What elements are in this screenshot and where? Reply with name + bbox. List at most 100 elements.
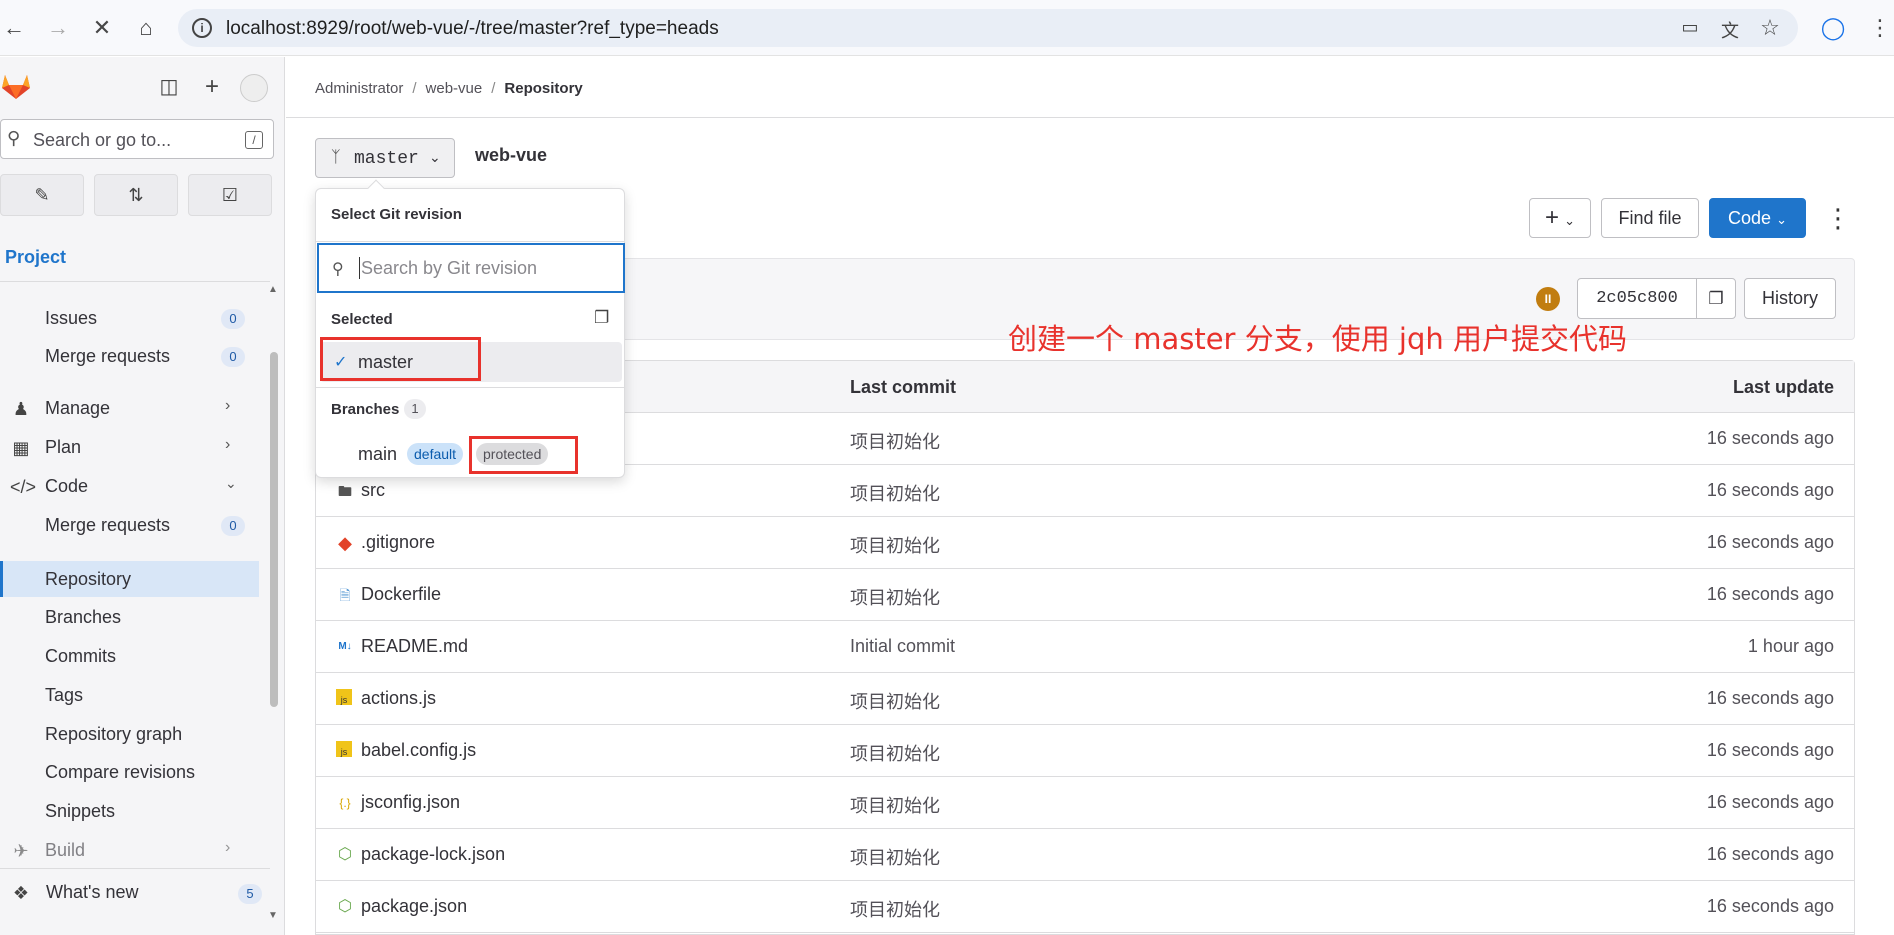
sidebar-item-merge-requests[interactable]: Merge requests 0 <box>0 338 256 374</box>
table-row[interactable]: 🗎 Dockerfile 项目初始化 16 seconds ago <box>316 569 1854 621</box>
stop-icon[interactable]: ✕ <box>88 14 116 42</box>
breadcrumb-current[interactable]: Repository <box>504 80 582 97</box>
browser-menu-icon[interactable]: ⋮ <box>1866 14 1894 42</box>
commit-message[interactable]: 项目初始化 <box>850 896 940 922</box>
sidebar-item-plan[interactable]: ▦ Plan › <box>0 429 256 465</box>
table-row[interactable]: ⬡ package-lock.json 项目初始化 16 seconds ago <box>316 829 1854 881</box>
home-icon[interactable]: ⌂ <box>132 14 160 42</box>
address-bar[interactable]: i localhost:8929/root/web-vue/-/tree/mas… <box>178 9 1798 47</box>
breadcrumb-item[interactable]: web-vue <box>426 80 483 97</box>
install-app-icon[interactable]: ▭ <box>1678 17 1702 39</box>
whats-new-button[interactable]: ❖ What's new 5 <box>0 868 270 918</box>
scroll-up-icon[interactable]: ▲ <box>268 284 278 295</box>
file-name[interactable]: actions.js <box>361 688 436 709</box>
git-revision-search-input[interactable]: ⚲ Search by Git revision <box>317 243 625 293</box>
sidebar-item-commits[interactable]: Commits <box>0 638 256 674</box>
file-name[interactable]: babel.config.js <box>361 740 476 761</box>
copy-sha-icon[interactable]: ❐ <box>1696 278 1736 319</box>
history-button[interactable]: History <box>1744 278 1836 319</box>
file-name[interactable]: package-lock.json <box>361 844 505 865</box>
table-row[interactable]: {.} jsconfig.json 项目初始化 16 seconds ago <box>316 777 1854 829</box>
search-placeholder: Search or go to... <box>33 130 172 150</box>
sidebar-item-tags[interactable]: Tags <box>0 677 256 713</box>
table-row[interactable]: ◆ .gitignore 项目初始化 16 seconds ago <box>316 517 1854 569</box>
repo-name[interactable]: web-vue <box>475 145 547 166</box>
commit-message[interactable]: 项目初始化 <box>850 688 940 714</box>
branch-selector-button[interactable]: ᛉ master ⌄ <box>315 138 455 178</box>
file-name[interactable]: README.md <box>361 636 468 657</box>
sidebar-item-issues[interactable]: Issues 0 <box>0 300 256 336</box>
code-button[interactable]: Code ⌄ <box>1709 198 1806 238</box>
chevron-down-icon: ⌄ <box>1564 213 1575 228</box>
sidebar-item-code-merge-requests[interactable]: Merge requests 0 <box>0 507 256 543</box>
breadcrumb-item[interactable]: Administrator <box>315 80 403 97</box>
sidebar-search[interactable]: ⚲ Search or go to... / <box>0 119 274 159</box>
copy-icon[interactable]: ❐ <box>594 308 609 328</box>
commit-sha[interactable]: 2c05c800 <box>1577 278 1697 319</box>
site-info-icon[interactable]: i <box>192 18 212 38</box>
scrollbar-thumb[interactable] <box>270 352 278 707</box>
back-icon[interactable]: ← <box>0 14 28 42</box>
sidebar-item-label: Repository graph <box>45 724 183 744</box>
sidebar-scrollbar[interactable]: ▲ ▼ <box>268 284 278 921</box>
table-row[interactable]: js babel.config.js 项目初始化 16 seconds ago <box>316 725 1854 777</box>
highlight-box-master <box>320 337 481 381</box>
sidebar-item-compare-revisions[interactable]: Compare revisions <box>0 754 256 790</box>
forward-icon[interactable]: → <box>44 14 72 42</box>
breadcrumb: Administrator / web-vue / Repository <box>315 80 583 97</box>
table-row[interactable]: ⬡ package.json 项目初始化 16 seconds ago <box>316 881 1854 933</box>
commit-message[interactable]: 项目初始化 <box>850 792 940 818</box>
commit-message[interactable]: Initial commit <box>850 636 955 657</box>
sidebar-item-branches[interactable]: Branches <box>0 599 256 635</box>
calendar-icon: ▦ <box>12 438 30 458</box>
commit-message[interactable]: 项目初始化 <box>850 844 940 870</box>
table-row[interactable]: js actions.js 项目初始化 16 seconds ago <box>316 673 1854 725</box>
commit-message[interactable]: 项目初始化 <box>850 428 940 454</box>
file-name[interactable]: src <box>361 480 385 501</box>
js-icon: js <box>336 689 352 705</box>
create-new-icon[interactable]: + <box>200 75 224 99</box>
commit-message[interactable]: 项目初始化 <box>850 584 940 610</box>
more-actions-icon[interactable]: ⋮ <box>1825 203 1851 233</box>
divider <box>316 241 624 242</box>
table-row[interactable]: M↓ README.md Initial commit 1 hour ago <box>316 621 1854 673</box>
search-icon: ⚲ <box>332 261 344 278</box>
avatar[interactable] <box>240 74 268 102</box>
dropdown-item-main[interactable]: main <box>358 444 397 465</box>
find-file-button[interactable]: Find file <box>1601 198 1699 238</box>
commit-message[interactable]: 项目初始化 <box>850 740 940 766</box>
sidebar-item-manage[interactable]: ♟ Manage › <box>0 390 256 426</box>
url-text[interactable]: localhost:8929/root/web-vue/-/tree/maste… <box>226 18 719 40</box>
add-button[interactable]: + ⌄ <box>1529 198 1591 238</box>
search-shortcut-hint: / <box>245 131 263 149</box>
sidebar-item-label: Merge requests <box>45 346 171 366</box>
file-name[interactable]: jsconfig.json <box>361 792 460 813</box>
issues-tab-icon[interactable]: ✎ <box>0 174 84 216</box>
translate-icon[interactable]: 文 <box>1718 17 1742 41</box>
file-name[interactable]: Dockerfile <box>361 584 441 605</box>
sidebar-item-snippets[interactable]: Snippets <box>0 793 256 829</box>
section-header: Selected <box>331 311 393 328</box>
count-badge: 1 <box>404 399 426 419</box>
code-icon: </> <box>10 477 37 497</box>
gitlab-logo-icon[interactable] <box>0 71 32 101</box>
sidebar-item-repository[interactable]: Repository <box>0 561 259 597</box>
merge-requests-tab-icon[interactable]: ⇅ <box>94 174 178 216</box>
sidebar-item-code[interactable]: </> Code ⌄ <box>0 468 256 504</box>
todos-tab-icon[interactable]: ☑ <box>188 174 272 216</box>
search-icon: ⚲ <box>7 128 21 148</box>
file-name[interactable]: .gitignore <box>361 532 435 553</box>
code-button-label: Code <box>1728 208 1772 228</box>
sidebar-item-repository-graph[interactable]: Repository graph <box>0 716 256 752</box>
collapse-sidebar-icon[interactable]: ◫ <box>157 75 181 99</box>
commit-message[interactable]: 项目初始化 <box>850 480 940 506</box>
last-update: 16 seconds ago <box>1706 740 1834 760</box>
bookmark-star-icon[interactable]: ☆ <box>1758 15 1782 40</box>
profile-icon[interactable]: ◯ <box>1819 14 1847 42</box>
divider <box>0 281 270 282</box>
commit-message[interactable]: 项目初始化 <box>850 532 940 558</box>
pipeline-status-icon[interactable]: II <box>1536 287 1560 311</box>
sidebar-item-build[interactable]: ✈ Build › <box>0 832 256 868</box>
file-name[interactable]: package.json <box>361 896 467 917</box>
last-update: 16 seconds ago <box>1706 584 1834 604</box>
